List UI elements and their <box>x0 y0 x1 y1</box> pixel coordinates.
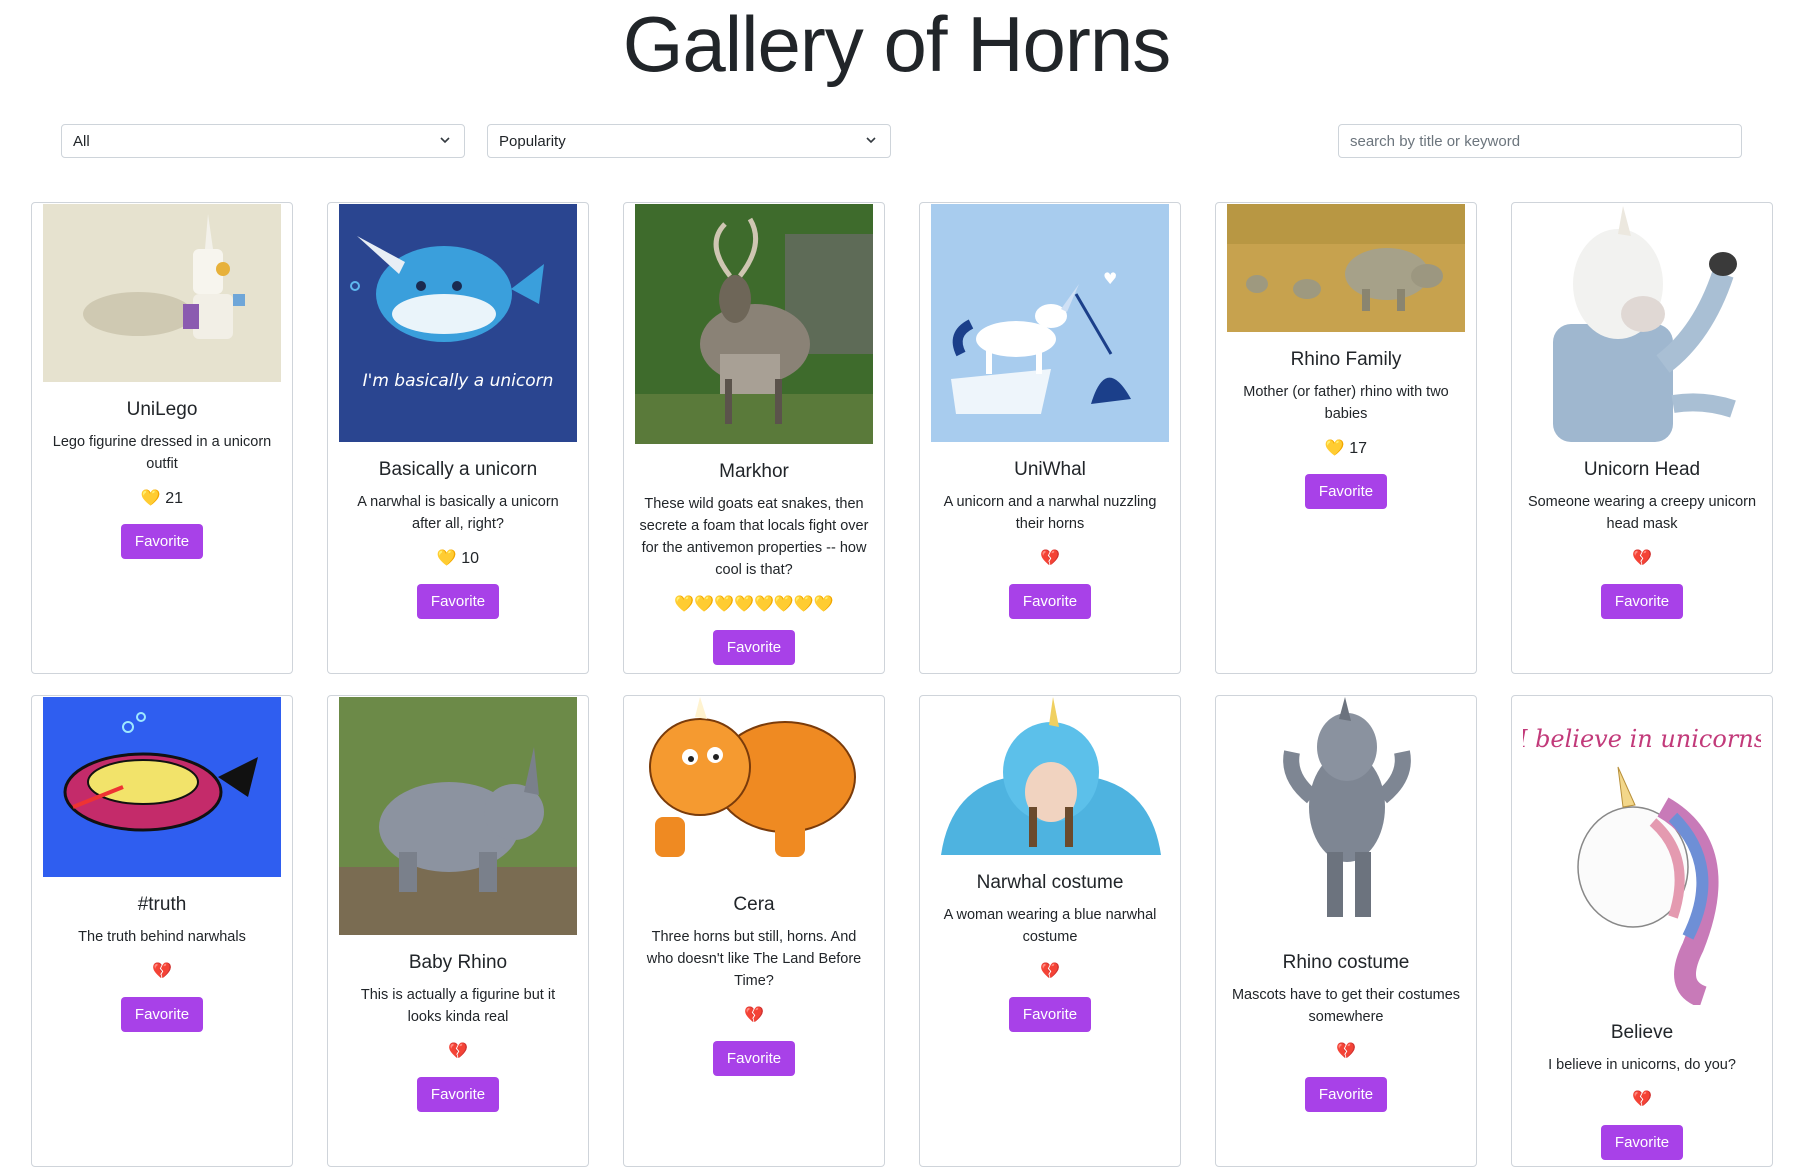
card-title: #truth <box>137 894 187 915</box>
card-unicorn-head: Unicorn Head Someone wearing a creepy un… <box>1511 202 1773 674</box>
card-unilego: UniLego Lego figurine dressed in a unico… <box>31 202 293 674</box>
broken-heart-icon: 💔 <box>1632 1091 1652 1108</box>
card-title: Believe <box>1610 1022 1674 1043</box>
card-description: A woman wearing a blue narwhal costume <box>943 907 1157 945</box>
card-description: Someone wearing a creepy unicorn head ma… <box>1527 494 1757 532</box>
card-cera: Cera Three horns but still, horns. And w… <box>623 695 885 1167</box>
card-description: A unicorn and a narwhal nuzzling their h… <box>943 494 1157 532</box>
broken-heart-icon: 💔 <box>448 1043 468 1060</box>
page-title: Gallery of Horns <box>622 0 1172 88</box>
card-markhor: Markhor These wild goats eat snakes, the… <box>623 202 885 674</box>
chevron-down-icon <box>440 137 450 144</box>
card-rhino-family: Rhino Family Mother (or father) rhino wi… <box>1215 202 1477 674</box>
card-title: Basically a unicorn <box>378 459 538 480</box>
card-image <box>635 204 873 444</box>
search-input[interactable] <box>1338 124 1742 158</box>
chevron-down-icon <box>866 137 876 144</box>
card-baby-rhino: Baby Rhino This is actually a figurine b… <box>327 695 589 1167</box>
image-caption: I believe in unicorns <box>1523 725 1761 753</box>
card-image <box>1227 697 1465 935</box>
broken-heart-icon: 💔 <box>1336 1043 1356 1060</box>
favorite-button[interactable]: Favorite <box>712 1041 796 1076</box>
favorite-button[interactable]: Favorite <box>712 630 796 665</box>
filter-select-value: All <box>73 132 90 150</box>
heart-count: 💛 10 <box>436 550 480 567</box>
favorite-button[interactable]: Favorite <box>1600 1125 1684 1160</box>
heart-count: 💛 17 <box>1324 440 1368 457</box>
card-title: Narwhal costume <box>976 872 1124 893</box>
card-image <box>931 697 1169 855</box>
card-image: ♥ <box>931 204 1169 442</box>
broken-heart-icon: 💔 <box>1040 963 1060 980</box>
sort-select-value: Popularity <box>499 132 566 150</box>
card-title: Baby Rhino <box>408 952 508 973</box>
svg-text:♥: ♥ <box>1103 269 1117 288</box>
card-image <box>43 697 281 877</box>
card-image <box>339 697 577 935</box>
card-description: Mascots have to get their costumes somew… <box>1231 987 1461 1025</box>
broken-heart-icon: 💔 <box>744 1007 764 1024</box>
card-narwhal-costume: Narwhal costume A woman wearing a blue n… <box>919 695 1181 1167</box>
card-image <box>1227 204 1465 332</box>
card-description: The truth behind narwhals <box>78 929 246 945</box>
card-title: Markhor <box>719 461 789 482</box>
card-title: UniLego <box>126 399 198 420</box>
heart-count: 💛 21 <box>140 490 184 507</box>
sort-select[interactable]: Popularity <box>487 124 891 158</box>
card-description: Mother (or father) rhino with two babies <box>1243 384 1449 422</box>
card-description: Lego figurine dressed in a unicorn outfi… <box>52 434 272 472</box>
favorite-button[interactable]: Favorite <box>120 524 204 559</box>
card-rhino-costume: Rhino costume Mascots have to get their … <box>1215 695 1477 1167</box>
card-believe: I believe in unicorns Believe I believe … <box>1511 695 1773 1167</box>
card-description: These wild goats eat snakes, then secret… <box>639 496 869 578</box>
card-title: Cera <box>733 894 775 915</box>
favorite-button[interactable]: Favorite <box>1008 584 1092 619</box>
card-title: Unicorn Head <box>1583 459 1701 480</box>
card-title: Rhino Family <box>1290 349 1402 370</box>
card-image <box>43 204 281 382</box>
card-description: Three horns but still, horns. And who do… <box>646 929 862 989</box>
favorite-button[interactable]: Favorite <box>416 584 500 619</box>
card-description: A narwhal is basically a unicorn after a… <box>357 494 559 532</box>
favorite-button[interactable]: Favorite <box>1600 584 1684 619</box>
broken-heart-icon: 💔 <box>1040 550 1060 567</box>
card-uniwhal: ♥ UniWhal A unicorn and a narwhal nuzzli… <box>919 202 1181 674</box>
card-basically-a-unicorn: I'm basically a unicorn Basically a unic… <box>327 202 589 674</box>
favorite-button[interactable]: Favorite <box>416 1077 500 1112</box>
card-image: I believe in unicorns <box>1523 697 1761 1005</box>
broken-heart-icon: 💔 <box>152 963 172 980</box>
card-description: I believe in unicorns, do you? <box>1548 1057 1736 1073</box>
card-image <box>1523 204 1761 442</box>
card-truth: #truth The truth behind narwhals 💔 Favor… <box>31 695 293 1167</box>
favorite-button[interactable]: Favorite <box>1008 997 1092 1032</box>
card-description: This is actually a figurine but it looks… <box>360 987 556 1025</box>
favorite-button[interactable]: Favorite <box>120 997 204 1032</box>
favorite-button[interactable]: Favorite <box>1304 474 1388 509</box>
card-title: Rhino costume <box>1282 952 1410 973</box>
broken-heart-icon: 💔 <box>1632 550 1652 567</box>
heart-count: 💛💛💛💛💛💛💛💛 <box>674 596 834 613</box>
image-caption: I'm basically a unicorn <box>363 371 554 391</box>
card-image <box>635 697 873 877</box>
card-image: I'm basically a unicorn <box>339 204 577 442</box>
card-title: UniWhal <box>1014 459 1086 480</box>
favorite-button[interactable]: Favorite <box>1304 1077 1388 1112</box>
filter-select[interactable]: All <box>61 124 465 158</box>
